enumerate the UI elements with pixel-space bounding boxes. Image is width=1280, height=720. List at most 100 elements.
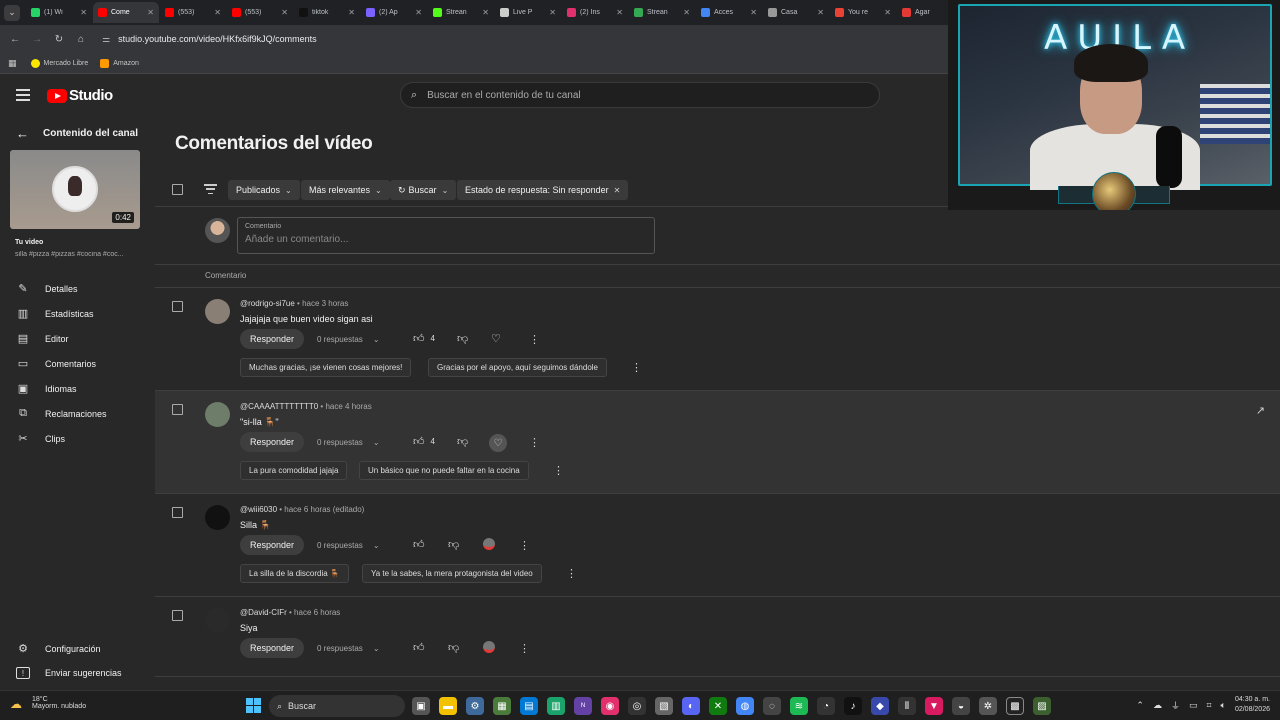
comment-author[interactable]: @rodrigo-si7ue	[240, 299, 295, 308]
minecraft-icon[interactable]: ▨	[1033, 697, 1051, 715]
comment-author[interactable]: @wiii6030	[240, 505, 277, 514]
site-info-icon[interactable]: ⚌	[102, 34, 110, 45]
bookmark-mercado-libre[interactable]: Mercado Libre	[30, 58, 88, 68]
more-options-icon[interactable]: ⋮	[529, 333, 540, 346]
app-icon[interactable]: ▩	[1006, 697, 1024, 715]
more-options-icon[interactable]: ⋮	[519, 539, 530, 552]
close-tab-icon[interactable]: ✕	[549, 8, 556, 17]
more-options-icon[interactable]: ⋮	[529, 436, 540, 449]
close-tab-icon[interactable]: ✕	[415, 8, 422, 17]
next-app-icon[interactable]: N	[574, 697, 592, 715]
select-all-checkbox[interactable]	[172, 184, 183, 195]
browser-tab[interactable]: You re ✕	[830, 2, 896, 23]
task-view-icon[interactable]: ▣	[412, 697, 430, 715]
comment-checkbox[interactable]	[172, 610, 183, 621]
display-icon[interactable]: ▭	[1189, 700, 1198, 711]
channel-search-input[interactable]: ⌕ Buscar en el contenido de tu canal	[400, 82, 880, 108]
close-icon[interactable]: ✕	[614, 186, 621, 195]
reload-icon[interactable]: ↻	[52, 34, 66, 45]
sidebar-item-comments[interactable]: ▭ Comentarios	[16, 357, 96, 370]
filter-icon[interactable]	[204, 184, 217, 194]
like-button[interactable]: 👍︎ 4	[413, 332, 435, 345]
like-button[interactable]: 👍︎	[413, 538, 425, 551]
browser-tab[interactable]: Live P ✕	[495, 2, 561, 23]
avatar[interactable]	[205, 608, 230, 633]
comment-checkbox[interactable]	[172, 507, 183, 518]
close-tab-icon[interactable]: ✕	[348, 8, 355, 17]
dislike-button[interactable]: 👎︎	[457, 435, 468, 448]
sidebar-item-settings[interactable]: ⚙ Configuración	[16, 642, 100, 655]
dislike-button[interactable]: 👎︎	[448, 641, 459, 654]
creator-heart-button[interactable]	[483, 538, 495, 550]
reply-button[interactable]: Responder	[240, 638, 305, 658]
file-explorer-icon[interactable]: ▬	[439, 697, 457, 715]
studio-logo[interactable]: Studio	[47, 87, 113, 104]
suggested-reply[interactable]: Muchas gracias, ¡se vienen cosas mejores…	[240, 358, 412, 377]
comment-checkbox[interactable]	[172, 301, 183, 312]
video-thumbnail[interactable]: 0:42	[10, 150, 140, 229]
photos-icon[interactable]: ◉	[601, 697, 619, 715]
close-tab-icon[interactable]: ✕	[281, 8, 288, 17]
weather-widget[interactable]: ☁ 18°C Mayorm. nublado	[10, 696, 86, 711]
browser-tab[interactable]: Strean ✕	[428, 2, 494, 23]
heart-button[interactable]: ♡	[489, 434, 507, 452]
close-tab-icon[interactable]: ✕	[482, 8, 489, 17]
close-tab-icon[interactable]: ✕	[884, 8, 891, 17]
like-button[interactable]: 👍︎	[413, 641, 425, 654]
app-icon[interactable]: ◆	[871, 697, 889, 715]
comment-author[interactable]: @CAAAATTTTTTTT0	[240, 402, 318, 411]
back-icon[interactable]: ←	[8, 34, 22, 45]
bookmark-amazon[interactable]: Amazon	[100, 58, 139, 68]
heart-button[interactable]: ♡	[491, 332, 501, 345]
app-icon[interactable]: ▥	[547, 697, 565, 715]
suggested-reply[interactable]: Un básico que no puede faltar en la coci…	[359, 461, 529, 480]
forward-icon[interactable]: →	[30, 34, 44, 45]
like-button[interactable]: 👍︎ 4	[413, 435, 435, 448]
close-tab-icon[interactable]: ✕	[750, 8, 757, 17]
app-icon[interactable]: ▦	[493, 697, 511, 715]
browser-tab[interactable]: tiktok ✕	[294, 2, 360, 23]
store-icon[interactable]: ▤	[520, 697, 538, 715]
browser-tab[interactable]: Casa ✕	[763, 2, 829, 23]
sidebar-item-editor[interactable]: ▤ Editor	[16, 332, 69, 345]
back-to-channel-content[interactable]: ← Contenido del canal	[16, 126, 138, 141]
more-options-icon[interactable]: ⋮	[631, 361, 642, 374]
network-icon[interactable]: ⌗	[1206, 700, 1211, 711]
app-icon[interactable]: ◒	[952, 697, 970, 715]
comment-input[interactable]: Comentario Añade un comentario...	[237, 217, 655, 254]
apps-grid-icon[interactable]: ▦	[8, 58, 17, 69]
app-icon[interactable]: ✲	[979, 697, 997, 715]
replies-toggle[interactable]: 0 respuestas ⌄	[317, 438, 380, 447]
cloud-icon[interactable]: ☁	[1153, 700, 1162, 711]
dislike-button[interactable]: 👎︎	[457, 332, 468, 345]
discord-icon[interactable]: ◐	[682, 697, 700, 715]
sidebar-item-feedback[interactable]: ! Enviar sugerencias	[16, 667, 122, 679]
creator-heart-button[interactable]	[483, 641, 495, 653]
browser-tab[interactable]: (553) ✕	[160, 2, 226, 23]
browser-tab[interactable]: Strean ✕	[629, 2, 695, 23]
chrome-icon[interactable]: ◍	[736, 697, 754, 715]
tiktok-icon[interactable]: ♪	[844, 697, 862, 715]
avatar[interactable]	[205, 505, 230, 530]
home-icon[interactable]: ⌂	[74, 34, 88, 45]
filter-reply-status[interactable]: Estado de respuesta: Sin responder ✕	[457, 180, 629, 200]
suggested-reply[interactable]: Gracias por el apoyo, aquí seguimos dánd…	[428, 358, 607, 377]
usb-icon[interactable]: ⏚	[1171, 699, 1180, 712]
suggested-reply[interactable]: La pura comodidad jajaja	[240, 461, 348, 480]
close-tab-icon[interactable]: ✕	[147, 8, 154, 17]
filter-most-relevant[interactable]: Más relevantes ⌄	[301, 180, 390, 200]
settings-app-icon[interactable]: ⚙	[466, 697, 484, 715]
comment-checkbox[interactable]	[172, 404, 183, 415]
reply-button[interactable]: Responder	[240, 432, 305, 452]
taskbar-search[interactable]: ⌕ Buscar	[269, 695, 405, 717]
obs-icon[interactable]: ◎	[628, 697, 646, 715]
replies-toggle[interactable]: 0 respuestas ⌄	[317, 335, 380, 344]
audio-app-icon[interactable]: ⫴	[898, 697, 916, 715]
menu-icon[interactable]	[16, 89, 30, 101]
browser-tab[interactable]: (2) Ins ✕	[562, 2, 628, 23]
browser-tab[interactable]: (1) Wi ✕	[26, 2, 92, 23]
avatar[interactable]	[205, 299, 230, 324]
chevron-up-icon[interactable]: ⌃	[1136, 700, 1144, 711]
more-options-icon[interactable]: ⋮	[519, 642, 530, 655]
browser-tab[interactable]: Come ✕	[93, 2, 159, 23]
